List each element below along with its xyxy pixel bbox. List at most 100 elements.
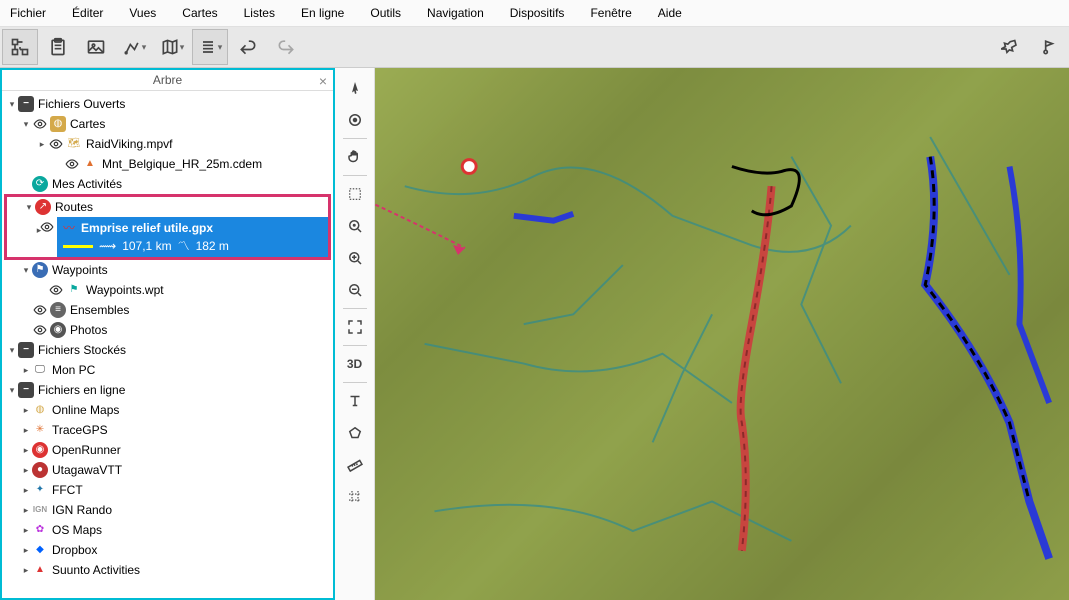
tree-mnt[interactable]: ▲ Mnt_Belgique_HR_25m.cdem xyxy=(2,154,333,174)
menu-vues[interactable]: Vues xyxy=(125,4,160,22)
measure-tool[interactable] xyxy=(339,449,371,481)
tree-activities[interactable]: ⟳ Mes Activités xyxy=(2,174,333,194)
disclosure-icon[interactable]: ▸ xyxy=(20,441,32,459)
tree-ensembles[interactable]: ≡ Ensembles xyxy=(2,300,333,320)
tree-openrunner[interactable]: ▸◉OpenRunner xyxy=(2,440,333,460)
zoom-extent-tool[interactable] xyxy=(339,311,371,343)
tree-ign[interactable]: ▸IGNIGN Rando xyxy=(2,500,333,520)
cursor-tool[interactable] xyxy=(339,72,371,104)
disclosure-icon[interactable]: ▸ xyxy=(20,421,32,439)
disclosure-icon[interactable]: ▾ xyxy=(20,261,32,279)
menu-listes[interactable]: Listes xyxy=(240,4,279,22)
menu-navigation[interactable]: Navigation xyxy=(423,4,488,22)
tree-photos[interactable]: ◉ Photos xyxy=(2,320,333,340)
eye-icon[interactable] xyxy=(48,282,64,298)
activity-icon: ⟳ xyxy=(32,176,48,192)
folder-icon: − xyxy=(18,382,34,398)
disclosure-icon[interactable]: ▸ xyxy=(36,135,48,153)
tree-label: RaidViking.mpvf xyxy=(86,135,329,153)
tree-waypoints[interactable]: ▾ ⚑ Waypoints xyxy=(2,260,333,280)
eye-icon[interactable] xyxy=(48,136,64,152)
waypoint-icon: ⚑ xyxy=(32,262,48,278)
tree-stored-files[interactable]: ▾ − Fichiers Stockés xyxy=(2,340,333,360)
main-toolbar: ▾ ▾ ▾ xyxy=(0,27,1069,68)
tree-osmaps[interactable]: ▸✿OS Maps xyxy=(2,520,333,540)
tree-dropbox[interactable]: ▸◆Dropbox xyxy=(2,540,333,560)
menu-cartes[interactable]: Cartes xyxy=(178,4,221,22)
tree-wpt-file[interactable]: ⚑ Waypoints.wpt xyxy=(2,280,333,300)
tree-routes[interactable]: ▾ ↗ Routes xyxy=(7,197,328,217)
tree-onlinemaps[interactable]: ▸◍Online Maps xyxy=(2,400,333,420)
image-button[interactable] xyxy=(78,29,114,65)
eye-icon[interactable] xyxy=(32,322,48,338)
tree-monpc[interactable]: ▸ 🖵 Mon PC xyxy=(2,360,333,380)
route-button[interactable]: ▾ xyxy=(116,29,152,65)
disclosure-icon[interactable]: ▾ xyxy=(6,381,18,399)
disclosure-icon[interactable]: ▾ xyxy=(20,115,32,133)
tree-online-files[interactable]: ▾ − Fichiers en ligne xyxy=(2,380,333,400)
zoom-target-tool[interactable] xyxy=(339,210,371,242)
menu-fenetre[interactable]: Fenêtre xyxy=(586,4,635,22)
tree-cartes[interactable]: ▾ ◍ Cartes xyxy=(2,114,333,134)
tree-ffct[interactable]: ▸✦FFCT xyxy=(2,480,333,500)
disclosure-icon[interactable]: ▸ xyxy=(20,501,32,519)
shape-tool[interactable] xyxy=(339,417,371,449)
disclosure-icon[interactable]: ▸ xyxy=(20,461,32,479)
pan-tool[interactable] xyxy=(339,141,371,173)
tree-label: Waypoints.wpt xyxy=(86,281,329,299)
menu-fichier[interactable]: Fichier xyxy=(6,4,50,22)
menu-dispositifs[interactable]: Dispositifs xyxy=(506,4,569,22)
list-button[interactable]: ▾ xyxy=(192,29,228,65)
menubar: Fichier Éditer Vues Cartes Listes En lig… xyxy=(0,0,1069,27)
disclosure-icon[interactable]: ▸ xyxy=(20,521,32,539)
3d-tool[interactable]: 3D xyxy=(339,348,371,380)
tree-label: IGN Rando xyxy=(52,501,329,519)
close-icon[interactable]: × xyxy=(319,73,327,89)
tree-view-button[interactable] xyxy=(2,29,38,65)
disclosure-icon[interactable]: ▾ xyxy=(6,341,18,359)
routes-highlight-box: ▾ ↗ Routes ▸ 〰 Emprise relief utile.gpx xyxy=(4,194,331,260)
disclosure-icon[interactable]: ▾ xyxy=(23,198,35,216)
disclosure-icon[interactable]: ▸ xyxy=(20,541,32,559)
menu-editer[interactable]: Éditer xyxy=(68,4,107,22)
menu-aide[interactable]: Aide xyxy=(654,4,686,22)
clipboard-button[interactable] xyxy=(40,29,76,65)
disclosure-icon[interactable]: ▾ xyxy=(6,95,18,113)
grid-tool[interactable] xyxy=(339,481,371,513)
eye-icon[interactable] xyxy=(64,156,80,172)
menu-enligne[interactable]: En ligne xyxy=(297,4,348,22)
menu-outils[interactable]: Outils xyxy=(366,4,405,22)
tree-label: OS Maps xyxy=(52,521,329,539)
flag-check-icon: ⚑ xyxy=(66,282,82,298)
eye-icon[interactable] xyxy=(32,116,48,132)
redo-button[interactable] xyxy=(268,29,304,65)
flag-button[interactable] xyxy=(1031,29,1067,65)
disclosure-icon[interactable]: ▸ xyxy=(20,401,32,419)
pin-button[interactable] xyxy=(993,29,1029,65)
map-canvas[interactable] xyxy=(375,68,1069,600)
tree-open-files[interactable]: ▾ − Fichiers Ouverts xyxy=(2,94,333,114)
map-button[interactable]: ▾ xyxy=(154,29,190,65)
disclosure-icon[interactable]: ▸ xyxy=(7,217,39,257)
tree-label: Mes Activités xyxy=(52,175,329,193)
locate-tool[interactable] xyxy=(339,104,371,136)
tree-utagawa[interactable]: ▸●UtagawaVTT xyxy=(2,460,333,480)
zoom-out-tool[interactable] xyxy=(339,274,371,306)
tree-raidviking[interactable]: ▸ 🗺 RaidViking.mpvf xyxy=(2,134,333,154)
text-tool[interactable] xyxy=(339,385,371,417)
route-distance: 107,1 km xyxy=(122,237,171,255)
zoom-window-tool[interactable] xyxy=(339,178,371,210)
disclosure-icon[interactable]: ▸ xyxy=(20,481,32,499)
dropbox-icon: ◆ xyxy=(32,542,48,558)
tree-tracegps[interactable]: ▸✳TraceGPS xyxy=(2,420,333,440)
disclosure-icon[interactable]: ▸ xyxy=(20,561,32,579)
undo-button[interactable] xyxy=(230,29,266,65)
tree-label: Routes xyxy=(55,198,324,216)
tree-title-label: Arbre xyxy=(153,73,182,87)
eye-icon[interactable] xyxy=(32,302,48,318)
disclosure-icon[interactable]: ▸ xyxy=(20,361,32,379)
eye-icon[interactable] xyxy=(39,217,55,233)
tree-suunto[interactable]: ▸▲Suunto Activities xyxy=(2,560,333,580)
tree-selected-route[interactable]: ▸ 〰 Emprise relief utile.gpx ⟿ 107,1 km … xyxy=(7,217,328,257)
zoom-in-tool[interactable] xyxy=(339,242,371,274)
